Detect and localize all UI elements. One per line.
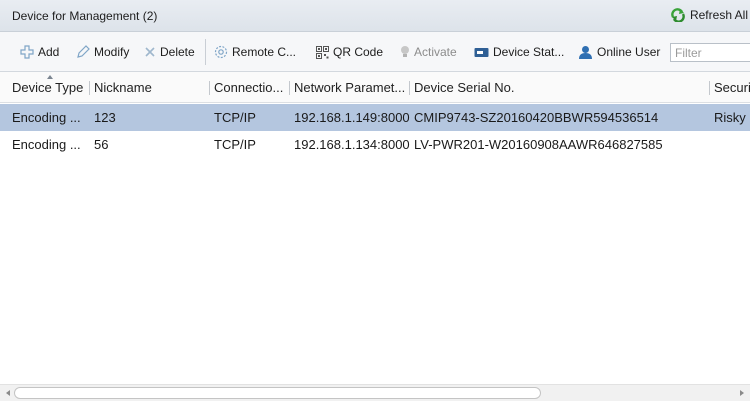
device-status-label: Device Stat... bbox=[493, 45, 565, 59]
table-row[interactable]: Encoding ... 123 TCP/IP 192.168.1.149:80… bbox=[0, 104, 750, 131]
modify-button[interactable]: Modify bbox=[76, 32, 129, 72]
bulb-icon bbox=[401, 46, 409, 57]
column-divider[interactable] bbox=[209, 81, 210, 95]
qr-code-button[interactable]: QR Code bbox=[316, 32, 383, 72]
cell-nickname: 123 bbox=[94, 110, 116, 125]
panel-title: Device for Management (2) bbox=[12, 9, 158, 23]
cell-device-type: Encoding ... bbox=[12, 137, 81, 152]
refresh-all-button[interactable]: Refresh All bbox=[670, 8, 748, 22]
remote-config-label: Remote C... bbox=[232, 45, 297, 59]
cell-connection: TCP/IP bbox=[214, 137, 256, 152]
column-divider[interactable] bbox=[709, 81, 710, 95]
column-divider[interactable] bbox=[289, 81, 290, 95]
scrollbar-thumb[interactable] bbox=[14, 387, 541, 399]
activate-button[interactable]: Activate bbox=[400, 32, 457, 72]
online-user-label: Online User bbox=[597, 45, 661, 59]
sort-ascending-icon bbox=[47, 75, 53, 79]
device-status-button[interactable]: Device Stat... bbox=[474, 32, 564, 72]
cell-network-parameters: 192.168.1.134:8000 bbox=[294, 137, 410, 152]
pencil-icon bbox=[77, 45, 90, 58]
gear-icon bbox=[214, 45, 228, 59]
column-divider[interactable] bbox=[89, 81, 90, 95]
table-row[interactable]: Encoding ... 56 TCP/IP 192.168.1.134:800… bbox=[0, 131, 750, 158]
online-user-button[interactable]: Online User bbox=[578, 32, 660, 72]
column-header-device-type[interactable]: Device Type bbox=[12, 72, 83, 103]
refresh-all-label: Refresh All bbox=[689, 8, 748, 22]
column-header-security[interactable]: Securi bbox=[714, 72, 750, 103]
column-divider[interactable] bbox=[409, 81, 410, 95]
cell-serial-no: LV-PWR201-W20160908AAWR646827585 bbox=[414, 137, 663, 152]
cell-security: Risky bbox=[714, 110, 746, 125]
column-header-connection[interactable]: Connectio... bbox=[214, 72, 283, 103]
cell-device-type: Encoding ... bbox=[12, 110, 81, 125]
arrow-right-icon bbox=[740, 390, 744, 396]
scroll-right-button[interactable] bbox=[734, 385, 748, 401]
modify-label: Modify bbox=[94, 45, 130, 59]
add-label: Add bbox=[38, 45, 60, 59]
column-header-network-parameters[interactable]: Network Paramet... bbox=[294, 72, 405, 103]
refresh-icon bbox=[671, 8, 685, 22]
cell-nickname: 56 bbox=[94, 137, 109, 152]
add-button[interactable]: Add bbox=[20, 32, 59, 72]
device-toolbar: Add Modify Delete Remote C... QR Code Ac… bbox=[0, 32, 750, 72]
column-header-nickname[interactable]: Nickname bbox=[94, 72, 152, 103]
panel-title-bar: Device for Management (2) Refresh All bbox=[0, 0, 750, 32]
arrow-left-icon bbox=[6, 390, 10, 396]
delete-label: Delete bbox=[160, 45, 195, 59]
filter-input[interactable] bbox=[670, 43, 750, 62]
table-header: Device Type Nickname Connectio... Networ… bbox=[0, 72, 750, 103]
device-status-icon bbox=[474, 47, 489, 57]
cell-connection: TCP/IP bbox=[214, 110, 256, 125]
remote-config-button[interactable]: Remote C... bbox=[214, 32, 296, 72]
column-header-device-serial-no[interactable]: Device Serial No. bbox=[414, 72, 514, 103]
qr-code-icon bbox=[316, 45, 329, 59]
horizontal-scrollbar[interactable] bbox=[0, 384, 750, 401]
qr-code-label: QR Code bbox=[333, 45, 384, 59]
cell-serial-no: CMIP9743-SZ20160420BBWR594536514 bbox=[414, 110, 659, 125]
delete-icon bbox=[145, 47, 155, 57]
delete-button[interactable]: Delete bbox=[144, 32, 195, 72]
activate-label: Activate bbox=[414, 45, 457, 59]
user-icon bbox=[579, 46, 592, 59]
plus-icon bbox=[20, 45, 34, 59]
toolbar-divider bbox=[205, 39, 206, 65]
cell-network-parameters: 192.168.1.149:8000 bbox=[294, 110, 410, 125]
